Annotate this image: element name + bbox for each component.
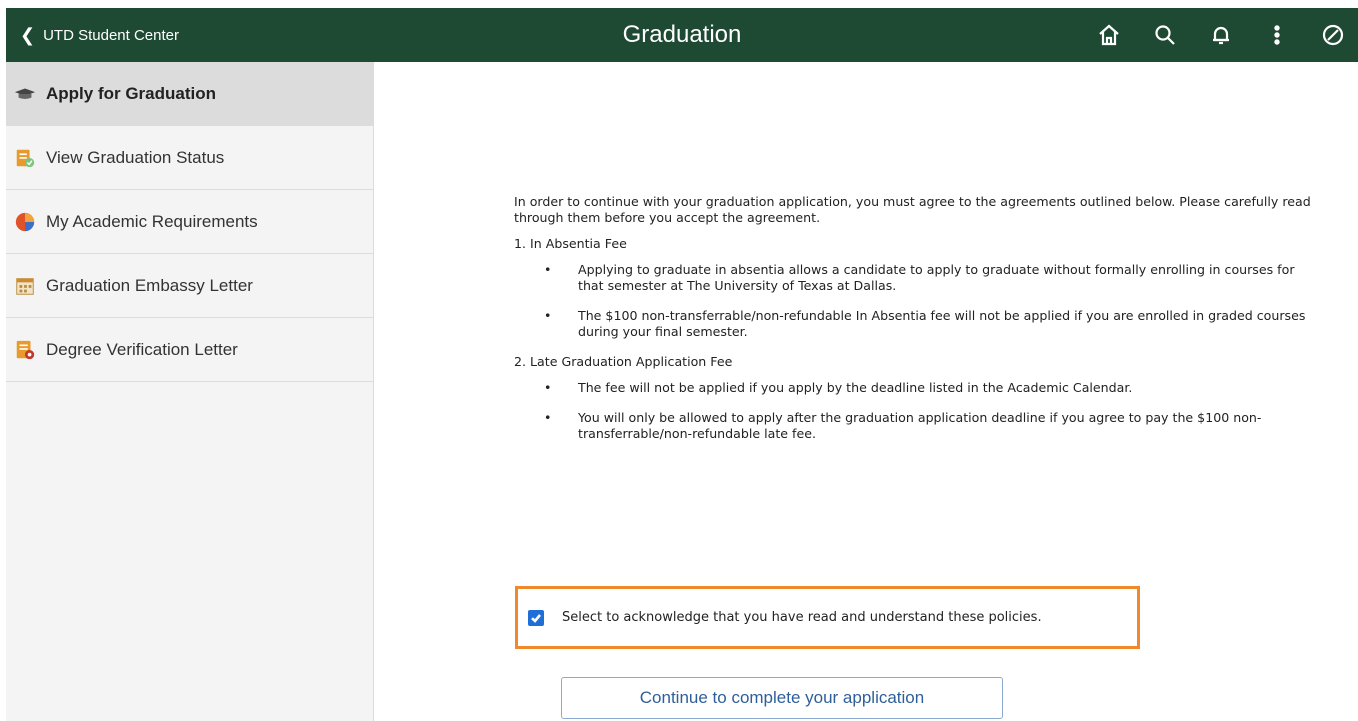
bell-icon[interactable] — [1204, 18, 1238, 52]
list-item: • Applying to graduate in absentia allow… — [544, 262, 1314, 294]
home-icon[interactable] — [1092, 18, 1126, 52]
sidebar-item-label: My Academic Requirements — [46, 211, 258, 231]
bullet-text: Applying to graduate in absentia allows … — [578, 262, 1295, 293]
graduation-cap-icon — [14, 83, 36, 105]
acknowledge-checkbox[interactable] — [528, 609, 544, 626]
intro-text: In order to continue with your graduatio… — [514, 194, 1311, 225]
sidebar: Apply for Graduation View Graduation Sta… — [6, 62, 374, 721]
more-vertical-icon[interactable] — [1260, 18, 1294, 52]
list-item: • The fee will not be applied if you app… — [544, 380, 1314, 396]
sidebar-item-view-graduation-status[interactable]: View Graduation Status — [6, 126, 373, 190]
nav-bar-icon[interactable] — [1316, 18, 1350, 52]
agreement-content: In order to continue with your graduatio… — [514, 194, 1314, 456]
bullet-text: The fee will not be applied if you apply… — [578, 380, 1133, 395]
calendar-icon — [14, 275, 36, 297]
sidebar-item-label: Degree Verification Letter — [46, 339, 238, 359]
bullet-dot: • — [544, 308, 552, 323]
sidebar-item-apply-for-graduation[interactable]: Apply for Graduation — [6, 62, 373, 126]
top-strip — [0, 0, 1358, 8]
back-label: UTD Student Center — [43, 26, 179, 44]
sidebar-item-degree-verification-letter[interactable]: Degree Verification Letter — [6, 318, 373, 382]
list-item: • The $100 non-transferrable/non-refunda… — [544, 308, 1314, 340]
back-button[interactable]: ❮ UTD Student Center — [20, 8, 179, 62]
bullet-dot: • — [544, 410, 552, 425]
sidebar-item-label: Apply for Graduation — [46, 83, 216, 103]
section-title-absentia: 1. In Absentia Fee — [514, 236, 627, 251]
search-icon[interactable] — [1148, 18, 1182, 52]
pie-chart-icon — [14, 211, 36, 233]
bullet-text: You will only be allowed to apply after … — [578, 410, 1262, 441]
sidebar-item-graduation-embassy-letter[interactable]: Graduation Embassy Letter — [6, 254, 373, 318]
check-icon — [531, 613, 541, 623]
sidebar-item-label: Graduation Embassy Letter — [46, 275, 253, 295]
header-bar: ❮ UTD Student Center Graduation — [6, 8, 1358, 62]
bullet-text: The $100 non-transferrable/non-refundabl… — [578, 308, 1306, 339]
acknowledge-highlight: Select to acknowledge that you have read… — [515, 586, 1140, 649]
bullet-dot: • — [544, 262, 552, 277]
section-title-late-fee: 2. Late Graduation Application Fee — [514, 354, 733, 369]
status-document-icon — [14, 147, 36, 169]
header-actions — [1070, 8, 1350, 62]
document-icon — [14, 339, 36, 361]
list-item: • You will only be allowed to apply afte… — [544, 410, 1314, 442]
bullet-dot: • — [544, 380, 552, 395]
continue-button[interactable]: Continue to complete your application — [561, 677, 1003, 719]
sidebar-item-my-academic-requirements[interactable]: My Academic Requirements — [6, 190, 373, 254]
acknowledge-label[interactable]: Select to acknowledge that you have read… — [562, 610, 1042, 625]
sidebar-item-label: View Graduation Status — [46, 147, 225, 167]
chevron-left-icon: ❮ — [20, 24, 36, 45]
